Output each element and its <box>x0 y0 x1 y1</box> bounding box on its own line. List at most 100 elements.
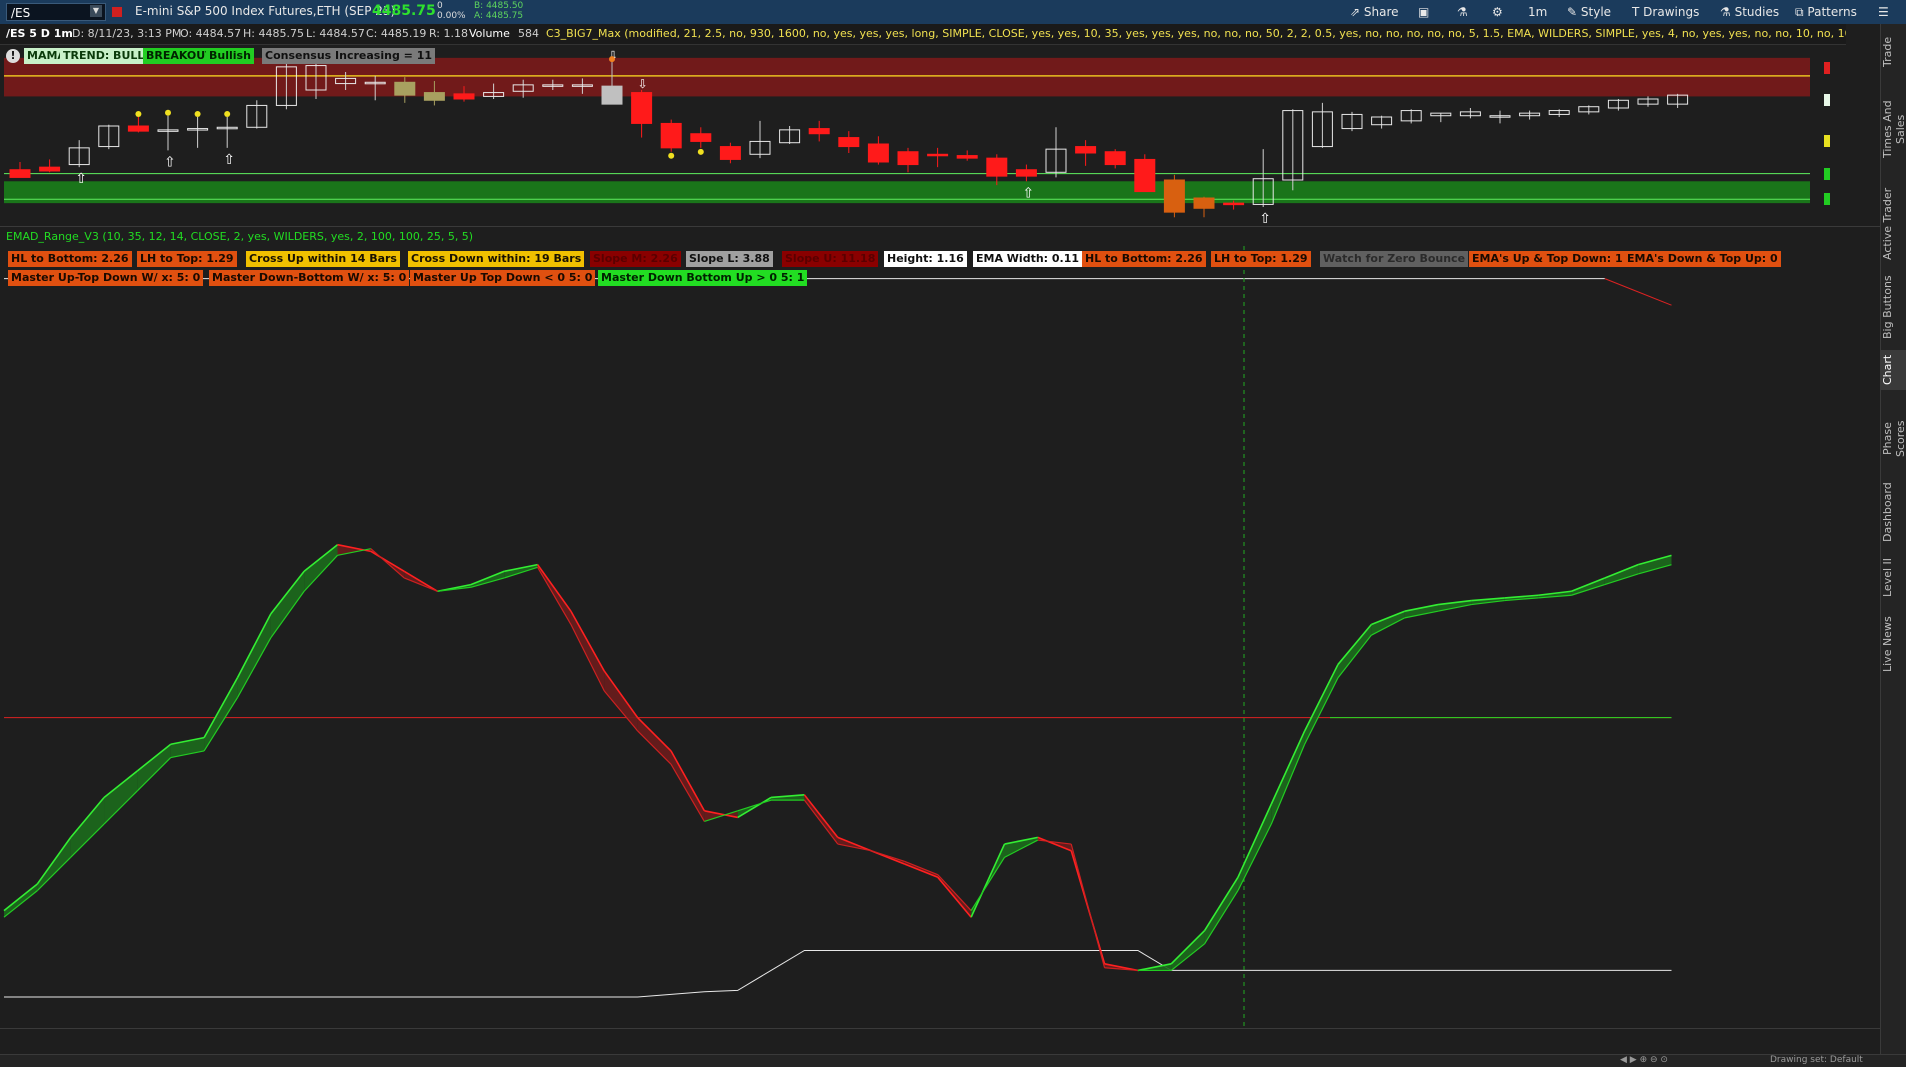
flask-small-icon: ⚗ <box>1720 5 1731 19</box>
candle-body <box>601 85 623 105</box>
tab-level-ii[interactable]: Level II <box>1881 552 1906 602</box>
candle-body <box>867 143 889 163</box>
timeframe-button[interactable]: 1m <box>1528 3 1547 21</box>
bottom-status-bar: ◀ ▶ ⊕ ⊖ ⊙ Drawing set: Default <box>0 1054 1906 1067</box>
volume-label: Volume <box>469 27 510 40</box>
candle-body <box>690 133 712 142</box>
fast-ema-line <box>370 550 405 572</box>
candle-body <box>660 122 682 149</box>
slow-ema-line <box>1304 677 1339 745</box>
slow-ema-line <box>370 548 405 579</box>
status-badge: HL to Bottom: 2.26 <box>1082 251 1206 267</box>
band-fill <box>70 797 105 858</box>
candle-body <box>127 125 149 132</box>
price-pane[interactable]: ⇧ ⇧ ⇧ ⇧ ⇧ ⇩ ⇩ <box>0 45 1820 227</box>
buy-arrow-icon: ⇧ <box>223 152 235 168</box>
drawing-set-label[interactable]: Drawing set: Default <box>1770 1055 1863 1065</box>
slow-ema-line <box>870 850 905 862</box>
buy-arrow-icon: ⇧ <box>1259 211 1271 225</box>
band-fill <box>237 613 271 698</box>
oscillator-pane[interactable] <box>0 226 1820 1026</box>
fast-ema-line <box>970 843 1006 918</box>
status-badge: Slope U: 11.18 <box>782 251 879 267</box>
upper-study-label[interactable]: C3_BIG7_Max (modified, 21, 2.5, no, 930,… <box>546 24 1846 44</box>
candle-body <box>453 93 475 100</box>
tab-chart[interactable]: Chart <box>1881 350 1906 390</box>
symbol-dropdown-icon[interactable]: ▼ <box>90 5 102 17</box>
tab-live-news[interactable]: Live News <box>1881 614 1906 674</box>
gear-icon[interactable]: ⚙ <box>1492 3 1503 21</box>
link-color-icon[interactable] <box>112 7 122 17</box>
status-badge: Master Up Top Down < 0 5: 0 <box>410 270 596 286</box>
alert-icon[interactable]: ! <box>6 49 20 63</box>
drawings-button[interactable]: T Drawings <box>1632 3 1699 21</box>
slow-ema-line <box>1204 890 1239 945</box>
bar-low: L: 4484.57 <box>306 27 365 40</box>
status-badge: Height: 1.16 <box>884 251 967 267</box>
tab-phase-scores[interactable]: Phase Scores <box>1881 404 1906 474</box>
fast-ema-line <box>403 570 438 592</box>
price-tag <box>1824 135 1830 148</box>
share-button[interactable]: ⇗ Share <box>1350 3 1399 21</box>
candle-body <box>838 137 860 148</box>
tab-big-buttons[interactable]: Big Buttons <box>1881 272 1906 342</box>
status-badge: LH to Top: 1.29 <box>1211 251 1311 267</box>
bottom-line <box>4 949 1672 998</box>
slow-ema-line <box>570 624 605 692</box>
signal-dot <box>668 152 675 159</box>
price-tag <box>1824 193 1830 206</box>
slow-ema-line <box>1270 744 1306 825</box>
status-badge: HL to Bottom: 2.26 <box>8 251 132 267</box>
tab-trade[interactable]: Trade <box>1881 32 1906 72</box>
tab-active-trader[interactable]: Active Trader <box>1881 184 1906 264</box>
chart-label[interactable]: /ES 5 D 1m <box>6 24 73 44</box>
style-button[interactable]: ✎ Style <box>1567 3 1611 21</box>
text-tool-icon: T <box>1632 5 1640 19</box>
status-badge: EMA Width: 0.11 <box>973 251 1083 267</box>
candle-body <box>808 128 830 135</box>
slow-ema-line <box>1237 823 1272 891</box>
oscillator-chart[interactable] <box>0 226 1820 1026</box>
candle-body <box>9 169 31 178</box>
bar-range: R: 1.18 <box>429 27 468 40</box>
slow-ema-line <box>1337 634 1372 679</box>
status-badge: EMA's Down & Top Up: 0 <box>1624 251 1781 267</box>
band-fill <box>1304 664 1338 745</box>
band-fill <box>204 677 238 751</box>
signal-dot <box>135 111 142 117</box>
slow-ema-line <box>537 567 572 625</box>
buy-arrow-icon: ⇧ <box>75 171 87 187</box>
price-chart[interactable]: ⇧⇧ ⇧⇧⇧⇩⇩ <box>0 45 1820 227</box>
flask-icon[interactable]: ⚗ <box>1457 3 1468 21</box>
status-badge: BREAKOUT <box>143 48 216 64</box>
studies-button[interactable]: ⚗ Studies <box>1720 3 1779 21</box>
fast-ema-line <box>670 750 706 812</box>
symbol-description: E-mini S&P 500 Index Futures,ETH (SEP 23… <box>135 4 396 18</box>
snapshot-icon[interactable]: ▣ <box>1418 3 1429 21</box>
band-fill <box>270 571 305 638</box>
candle-body <box>1193 197 1215 209</box>
band-fill <box>1237 804 1272 891</box>
tab-dashboard[interactable]: Dashboard <box>1881 482 1906 542</box>
menu-icon[interactable]: ☰ <box>1878 3 1889 21</box>
signal-dot <box>224 111 231 117</box>
upper-badges: MAMA TREND: BULL BREAKOUT Bullish Consensus … <box>24 48 1224 66</box>
fast-ema-line <box>3 883 38 912</box>
patterns-button[interactable]: ⧉ Patterns <box>1795 3 1857 21</box>
fast-ema-line <box>570 610 605 672</box>
status-badge: Cross Up within 14 Bars <box>246 251 400 267</box>
zoom-controls[interactable]: ◀ ▶ ⊕ ⊖ ⊙ <box>1620 1055 1668 1065</box>
tab-times-and-sales[interactable]: Times And Sales <box>1881 84 1906 174</box>
candle-body <box>1163 179 1185 213</box>
signal-dot <box>194 111 201 117</box>
share-icon: ⇗ <box>1350 5 1361 19</box>
candle-body <box>986 157 1008 177</box>
status-badge: Slope L: 3.88 <box>686 251 773 267</box>
band-fill <box>637 717 671 765</box>
buy-arrow-icon: ⇧ <box>164 154 176 170</box>
fast-ema-line <box>1270 730 1306 805</box>
slow-ema-line <box>737 799 772 812</box>
bar-close: C: 4485.19 <box>366 27 427 40</box>
status-badge: EMA's Up & Top Down: 1 <box>1469 251 1626 267</box>
band-fill <box>1604 564 1639 585</box>
